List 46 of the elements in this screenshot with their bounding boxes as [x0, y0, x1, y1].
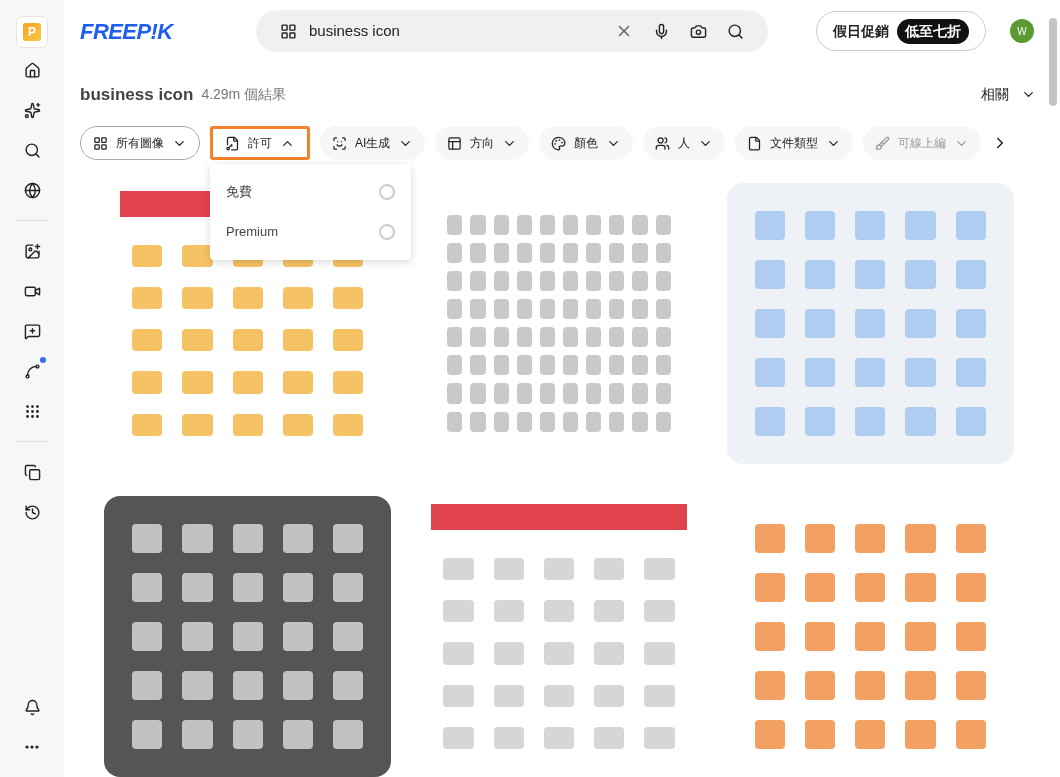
history-icon: [23, 503, 41, 521]
apps-grid-icon: [23, 402, 41, 420]
icon-set-thumbnail[interactable]: [726, 182, 1014, 464]
search-query: business icon: [309, 20, 401, 41]
promo-label: 假日促銷: [833, 21, 889, 41]
people-icon: [655, 135, 671, 151]
file-icon: [747, 135, 763, 151]
brush-icon: [875, 135, 891, 151]
globe-icon: [23, 181, 41, 199]
freepik-logo[interactable]: FREEP!K: [80, 14, 240, 48]
option-label: Premium: [226, 223, 278, 242]
grid-icon: [280, 22, 297, 40]
option-label: 免費: [226, 183, 252, 202]
filter-chip[interactable]: AI生成: [320, 126, 426, 160]
results-count: 4.29m 個結果: [201, 85, 287, 105]
notification-icon: [23, 698, 41, 716]
search-icon[interactable]: [727, 22, 744, 40]
filter-chip[interactable]: 文件類型: [735, 126, 854, 160]
collections-icon: [23, 463, 41, 481]
menu-option[interactable]: Premium: [210, 212, 411, 252]
spline-icon: [23, 362, 41, 380]
home-icon: [23, 61, 41, 79]
camera-icon[interactable]: [690, 22, 707, 40]
results-title: business icon: [80, 84, 194, 107]
radio-button[interactable]: [379, 184, 395, 200]
sort-dropdown[interactable]: 相關: [981, 84, 1036, 106]
file-icon: [225, 135, 240, 151]
menu-option[interactable]: 免費: [210, 172, 411, 212]
microphone-icon[interactable]: [653, 22, 670, 40]
more-icon: [25, 745, 39, 749]
sparkles-icon: [23, 101, 41, 119]
filter-chip[interactable]: 人: [643, 126, 726, 160]
discount-badge: 低至七折: [897, 18, 969, 44]
radio-button[interactable]: [379, 224, 395, 240]
search-field[interactable]: business icon: [256, 10, 768, 53]
image-plus-icon: [23, 242, 41, 260]
filter-chip[interactable]: 方向: [435, 126, 530, 160]
scrollbar[interactable]: [1049, 18, 1057, 106]
layout-icon: [447, 135, 463, 151]
icon-set-thumbnail[interactable]: [104, 495, 392, 777]
palette-icon: [551, 135, 567, 151]
search-icon: [23, 141, 41, 159]
chat-plus-icon: [23, 322, 41, 340]
grid-icon: [93, 135, 108, 151]
filter-chip[interactable]: 顏色: [539, 126, 634, 160]
filter-chip[interactable]: 許可: [210, 126, 310, 160]
